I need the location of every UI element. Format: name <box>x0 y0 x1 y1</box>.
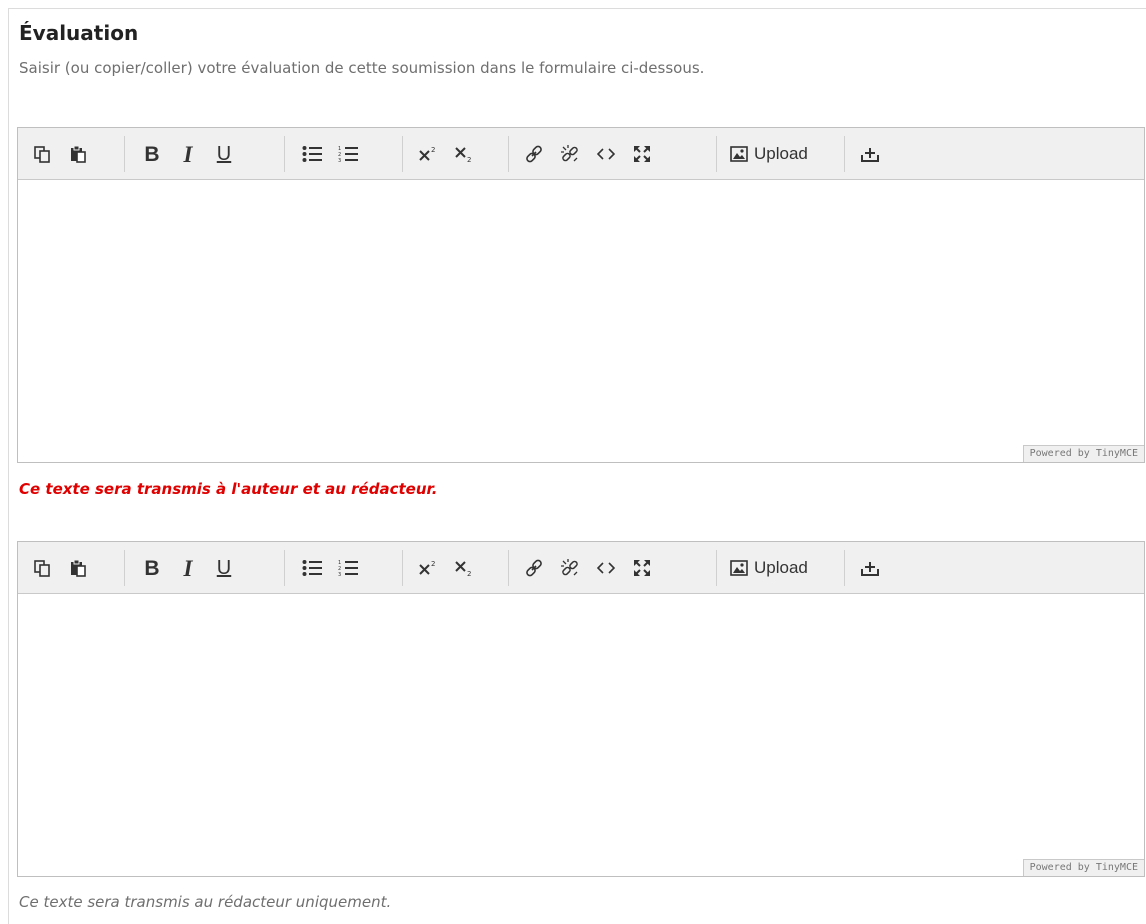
svg-text:2: 2 <box>431 560 435 568</box>
bold-icon: B <box>144 142 160 166</box>
bullet-list-icon[interactable] <box>294 137 330 171</box>
fullscreen-icon[interactable] <box>624 137 660 171</box>
copy-icon[interactable] <box>24 137 60 171</box>
editor-toolbar: B I U 123 2 2 Upload <box>18 128 1144 180</box>
paste-icon[interactable] <box>60 551 96 585</box>
bold-button[interactable]: B <box>134 137 170 171</box>
svg-text:3: 3 <box>338 572 341 577</box>
svg-text:2: 2 <box>431 146 435 154</box>
underline-button[interactable]: U <box>206 551 242 585</box>
editor-content-area[interactable] <box>18 595 1144 876</box>
fullscreen-icon[interactable] <box>624 551 660 585</box>
paste-icon[interactable] <box>60 137 96 171</box>
insert-icon[interactable] <box>852 551 888 585</box>
underline-button[interactable]: U <box>206 137 242 171</box>
upload-button[interactable]: Upload <box>724 137 814 171</box>
superscript-icon[interactable]: 2 <box>410 551 446 585</box>
bold-icon: B <box>144 556 160 580</box>
code-icon[interactable] <box>588 551 624 585</box>
superscript-icon[interactable]: 2 <box>410 137 446 171</box>
editor-content-area[interactable] <box>18 181 1144 462</box>
bullet-list-icon[interactable] <box>294 551 330 585</box>
powered-by-tinymce[interactable]: Powered by TinyMCE <box>1022 859 1144 876</box>
svg-text:3: 3 <box>338 158 341 163</box>
italic-icon: I <box>183 141 193 167</box>
svg-text:2: 2 <box>467 156 471 163</box>
review-editor-editor-only[interactable]: B I U 123 2 2 Upload Powered by TinyMCE <box>17 541 1145 877</box>
upload-button[interactable]: Upload <box>724 551 814 585</box>
italic-button[interactable]: I <box>170 551 206 585</box>
image-icon <box>730 560 748 576</box>
powered-by-tinymce[interactable]: Powered by TinyMCE <box>1022 445 1144 462</box>
copy-icon[interactable] <box>24 551 60 585</box>
author-visibility-note: Ce texte sera transmis à l'auteur et au … <box>19 480 438 498</box>
italic-icon: I <box>183 555 193 581</box>
upload-label: Upload <box>754 558 808 577</box>
unlink-icon[interactable] <box>552 137 588 171</box>
code-icon[interactable] <box>588 137 624 171</box>
upload-label: Upload <box>754 144 808 163</box>
numbered-list-icon[interactable]: 123 <box>330 137 366 171</box>
review-panel: Évaluation Saisir (ou copier/coller) vot… <box>8 8 1146 924</box>
editor-toolbar: B I U 123 2 2 Upload <box>18 542 1144 594</box>
underline-icon: U <box>216 557 232 579</box>
insert-icon[interactable] <box>852 137 888 171</box>
section-description: Saisir (ou copier/coller) votre évaluati… <box>19 59 705 77</box>
subscript-icon[interactable]: 2 <box>446 137 482 171</box>
section-title: Évaluation <box>19 21 139 45</box>
editor-only-note: Ce texte sera transmis au rédacteur uniq… <box>19 893 392 911</box>
link-icon[interactable] <box>516 551 552 585</box>
numbered-list-icon[interactable]: 123 <box>330 551 366 585</box>
subscript-icon[interactable]: 2 <box>446 551 482 585</box>
underline-icon: U <box>216 143 232 165</box>
bold-button[interactable]: B <box>134 551 170 585</box>
unlink-icon[interactable] <box>552 551 588 585</box>
link-icon[interactable] <box>516 137 552 171</box>
svg-text:2: 2 <box>467 570 471 577</box>
italic-button[interactable]: I <box>170 137 206 171</box>
image-icon <box>730 146 748 162</box>
review-editor-author[interactable]: B I U 123 2 2 Upload Powered by TinyMCE <box>17 127 1145 463</box>
